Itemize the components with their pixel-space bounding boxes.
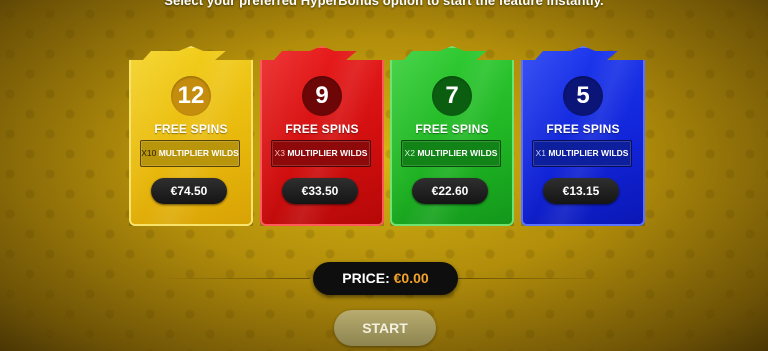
multiplier-wilds-label: X2 MULTIPLIER WILDS	[401, 140, 501, 167]
spins-count-badge: 9	[302, 76, 342, 116]
multiplier-value: X2	[404, 148, 415, 158]
divider-line-right	[458, 278, 608, 279]
free-spins-label: FREE SPINS	[285, 122, 359, 136]
free-spins-label: FREE SPINS	[415, 122, 489, 136]
total-price-display: PRICE: €0.00	[313, 262, 458, 295]
spins-count-badge: 5	[563, 76, 603, 116]
option-price-button[interactable]: €22.60	[412, 178, 488, 204]
price-value: €0.00	[393, 270, 429, 286]
multiplier-value: X10	[141, 148, 157, 158]
multiplier-wilds-label: X1 MULTIPLIER WILDS	[532, 140, 632, 167]
option-price-button[interactable]: €74.50	[151, 178, 227, 204]
spins-count-badge: 12	[171, 76, 211, 116]
instruction-text: Select your preferred HyperBonus option …	[164, 0, 604, 8]
multiplier-wilds-label: X3 MULTIPLIER WILDS	[271, 140, 371, 167]
multiplier-text: MULTIPLIER WILDS	[158, 148, 239, 158]
multiplier-text: MULTIPLIER WILDS	[417, 148, 498, 158]
spins-count-badge: 7	[432, 76, 472, 116]
option-price-button[interactable]: €13.15	[543, 178, 619, 204]
bonus-option-7-spins[interactable]: 7 FREE SPINS X2 MULTIPLIER WILDS €22.60	[390, 46, 514, 226]
multiplier-value: X3	[274, 148, 285, 158]
background-pattern	[0, 0, 768, 351]
multiplier-value: X1	[535, 148, 546, 158]
divider-line-left	[160, 278, 310, 279]
free-spins-label: FREE SPINS	[154, 122, 228, 136]
multiplier-wilds-label: X10 MULTIPLIER WILDS	[140, 140, 240, 167]
bonus-option-5-spins[interactable]: 5 FREE SPINS X1 MULTIPLIER WILDS €13.15	[521, 46, 645, 226]
option-price-button[interactable]: €33.50	[282, 178, 358, 204]
multiplier-text: MULTIPLIER WILDS	[548, 148, 629, 158]
start-button[interactable]: START	[334, 310, 436, 346]
free-spins-label: FREE SPINS	[546, 122, 620, 136]
bonus-option-12-spins[interactable]: 12 FREE SPINS X10 MULTIPLIER WILDS €74.5…	[129, 46, 253, 226]
multiplier-text: MULTIPLIER WILDS	[287, 148, 368, 158]
bonus-option-9-spins[interactable]: 9 FREE SPINS X3 MULTIPLIER WILDS €33.50	[260, 46, 384, 226]
price-label: PRICE:	[342, 270, 390, 286]
